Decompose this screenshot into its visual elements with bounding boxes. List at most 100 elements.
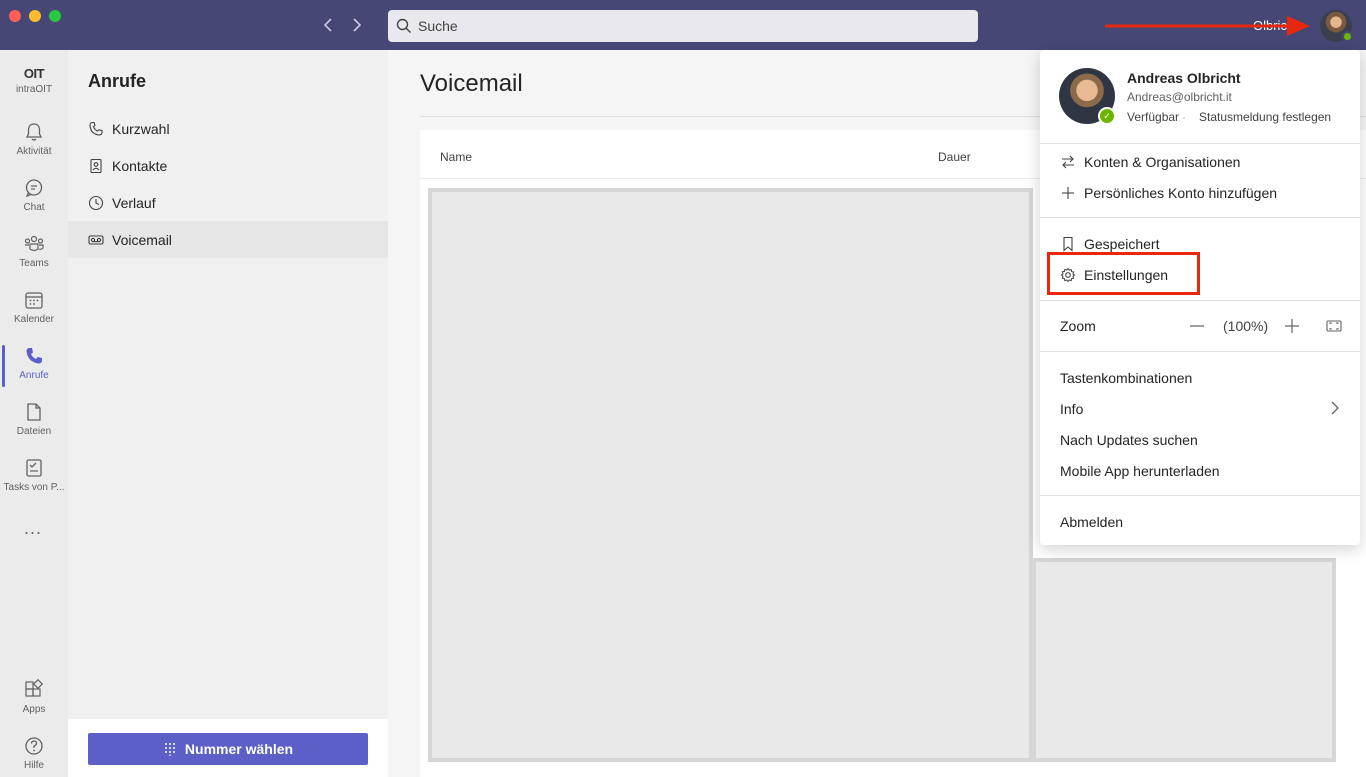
rail-label: Apps xyxy=(22,704,46,715)
calls-pane: Anrufe Kurzwahl Kontakte Verlauf Voicema… xyxy=(68,50,388,777)
rail-label: Anrufe xyxy=(19,370,49,381)
window-minimize-button[interactable] xyxy=(29,10,41,22)
divider xyxy=(1040,495,1360,496)
search-placeholder: Suche xyxy=(418,18,458,34)
tasks-icon xyxy=(26,459,42,477)
phone-icon xyxy=(26,348,42,364)
zoom-value: (100%) xyxy=(1223,318,1269,334)
app-rail: OIT intraOIT Aktivität Chat Teams Kalend… xyxy=(0,50,68,777)
search-input[interactable]: Suche xyxy=(388,10,978,42)
profile-name: Andreas Olbricht xyxy=(1127,70,1241,86)
keyboard-shortcuts-item[interactable]: Tastenkombinationen xyxy=(1060,368,1192,388)
bookmark-icon xyxy=(1063,236,1073,252)
menu-item-label: Gespeichert xyxy=(1084,236,1160,252)
window-close-button[interactable] xyxy=(9,10,21,22)
column-header-duration[interactable]: Dauer xyxy=(938,150,971,164)
column-header-name[interactable]: Name xyxy=(440,150,472,164)
rail-item-dateien[interactable]: Dateien xyxy=(0,394,68,450)
rail-label: Aktivität xyxy=(16,146,52,157)
rail-label: Teams xyxy=(19,258,49,269)
voicemail-icon xyxy=(88,234,104,245)
title-bar: Suche Olbricht xyxy=(0,0,1366,50)
back-arrow-icon[interactable] xyxy=(319,14,337,36)
fit-screen-icon[interactable] xyxy=(1326,318,1342,334)
divider xyxy=(1040,300,1360,301)
rail-item-chat[interactable]: Chat xyxy=(0,170,68,226)
zoom-out-icon[interactable] xyxy=(1189,318,1205,334)
rail-item-anrufe[interactable]: Anrufe xyxy=(0,338,68,394)
rail-item-intraoit[interactable]: OIT intraOIT xyxy=(0,58,68,114)
rail-label: Dateien xyxy=(16,426,52,437)
zoom-in-icon[interactable] xyxy=(1284,318,1300,334)
apps-icon xyxy=(25,679,44,697)
active-indicator xyxy=(2,345,5,387)
nav-item-verlauf[interactable]: Verlauf xyxy=(68,184,388,221)
dial-number-button[interactable]: Nummer wählen xyxy=(88,733,368,765)
org-logo-icon: OIT xyxy=(23,66,45,81)
loading-placeholder xyxy=(1032,558,1336,762)
plus-icon xyxy=(1062,187,1074,199)
menu-item-label: Persönliches Konto hinzufügen xyxy=(1084,185,1278,201)
status-badge xyxy=(1342,31,1353,42)
info-item[interactable]: Info xyxy=(1060,399,1083,419)
red-arrow-annotation xyxy=(1105,16,1310,36)
loading-placeholder xyxy=(428,188,1033,762)
add-personal-account-item[interactable]: Persönliches Konto hinzufügen xyxy=(1060,183,1277,203)
check-updates-item[interactable]: Nach Updates suchen xyxy=(1060,430,1198,450)
menu-item-label: Abmelden xyxy=(1060,514,1124,530)
help-icon xyxy=(25,737,43,755)
search-icon xyxy=(396,18,411,33)
sign-out-item[interactable]: Abmelden xyxy=(1060,512,1123,532)
forward-arrow-icon[interactable] xyxy=(348,14,366,36)
download-mobile-app-item[interactable]: Mobile App herunterladen xyxy=(1060,461,1220,481)
menu-item-label: Tastenkombinationen xyxy=(1060,370,1193,386)
availability-status[interactable]: Verfügbar xyxy=(1127,110,1179,124)
more-apps-icon[interactable]: ... xyxy=(24,518,42,539)
rail-item-teams[interactable]: Teams xyxy=(0,226,68,282)
nav-item-kontakte[interactable]: Kontakte xyxy=(68,147,388,184)
saved-item[interactable]: Gespeichert xyxy=(1060,234,1159,254)
rail-label: intraOIT xyxy=(15,84,53,95)
window-maximize-button[interactable] xyxy=(49,10,61,22)
nav-item-label: Kurzwahl xyxy=(112,120,170,137)
dialpad-icon xyxy=(164,743,175,756)
rail-label: Chat xyxy=(23,202,45,213)
status-badge: ✓ xyxy=(1098,107,1116,125)
zoom-label: Zoom xyxy=(1060,316,1096,336)
nav-item-label: Voicemail xyxy=(112,231,172,248)
menu-item-label: Nach Updates suchen xyxy=(1060,432,1198,448)
rail-item-aktivitaet[interactable]: Aktivität xyxy=(0,114,68,170)
profile-menu: ✓ Andreas Olbricht Andreas@olbricht.it V… xyxy=(1040,50,1360,545)
menu-item-label: Zoom xyxy=(1060,318,1096,334)
menu-item-label: Konten & Organisationen xyxy=(1084,154,1241,170)
highlight-annotation xyxy=(1047,252,1200,295)
set-status-message-link[interactable]: Statusmeldung festlegen xyxy=(1199,110,1331,124)
divider xyxy=(1040,217,1360,218)
separator-dot: · xyxy=(1182,110,1186,124)
chevron-right-icon xyxy=(1331,401,1339,415)
menu-item-label: Info xyxy=(1060,401,1084,417)
rail-item-hilfe[interactable]: Hilfe xyxy=(0,728,68,777)
rail-label: Kalender xyxy=(13,314,55,325)
switch-arrows-icon xyxy=(1062,155,1074,169)
divider xyxy=(1040,143,1360,144)
rail-item-kalender[interactable]: Kalender xyxy=(0,282,68,338)
phone-icon xyxy=(89,121,103,136)
bell-icon xyxy=(25,123,43,141)
teams-icon xyxy=(24,235,44,252)
rail-item-apps[interactable]: Apps xyxy=(0,672,68,728)
nav-item-kurzwahl[interactable]: Kurzwahl xyxy=(68,110,388,147)
page-title: Voicemail xyxy=(420,70,523,97)
dial-button-label: Nummer wählen xyxy=(184,741,294,757)
profile-email: Andreas@olbricht.it xyxy=(1127,90,1232,104)
calendar-icon xyxy=(25,292,43,309)
rail-item-tasks[interactable]: Tasks von P... xyxy=(0,450,68,506)
nav-item-label: Verlauf xyxy=(112,194,156,211)
clock-icon xyxy=(88,195,104,210)
pane-title: Anrufe xyxy=(88,71,146,91)
nav-item-label: Kontakte xyxy=(112,157,168,174)
rail-label: Tasks von P... xyxy=(3,482,65,493)
nav-item-voicemail[interactable]: Voicemail xyxy=(68,221,388,258)
accounts-orgs-item[interactable]: Konten & Organisationen xyxy=(1060,152,1240,172)
divider xyxy=(1040,351,1360,352)
